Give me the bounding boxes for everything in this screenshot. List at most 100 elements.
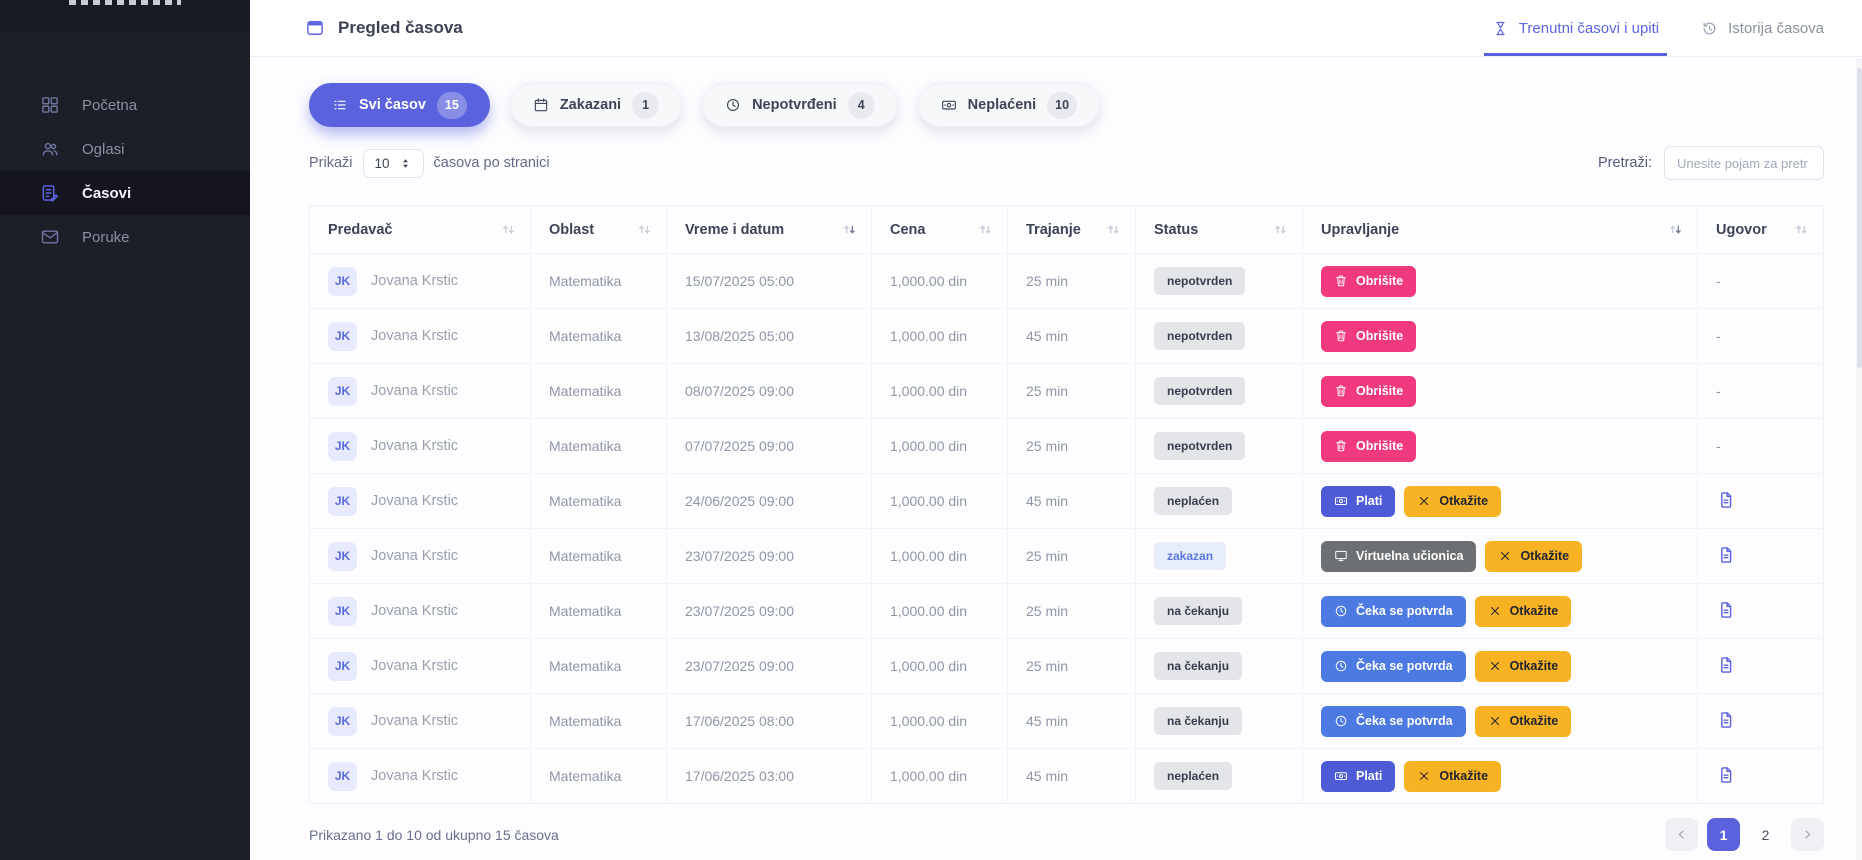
- obri-ite-button[interactable]: Obrišite: [1321, 375, 1417, 407]
- subject-cell: Matematika: [530, 528, 667, 584]
- trash-icon: [1334, 384, 1348, 398]
- sidebar-item-poruke[interactable]: Poruke: [0, 215, 250, 259]
- status-cell: na čekanju: [1135, 693, 1303, 749]
- sidebar-item-asovi[interactable]: Časovi: [0, 171, 250, 215]
- contract-document-icon[interactable]: [1716, 765, 1736, 785]
- price-cell: 1,000.00 din: [871, 308, 1008, 364]
- teacher-cell: JK Jovana Krstic: [309, 583, 531, 639]
- contract-cell: -: [1697, 363, 1824, 419]
- scrollbar-track[interactable]: [1856, 58, 1862, 860]
- column-header-ugovor[interactable]: Ugovor: [1698, 206, 1824, 254]
- table-row: JK Jovana Krstic Matematika 23/07/2025 09:0…: [309, 528, 1824, 584]
- button-label: Otkažite: [1509, 714, 1559, 728]
- column-header-vreme-i-datum[interactable]: Vreme i datum: [666, 205, 872, 254]
- sidebar-item-po-etna[interactable]: Početna: [0, 83, 250, 127]
- eka-se-potvrda-button[interactable]: Čeka se potvrda: [1321, 650, 1466, 682]
- contract-document-icon[interactable]: [1716, 490, 1736, 510]
- search-input[interactable]: [1664, 146, 1824, 180]
- button-label: Otkažite: [1509, 659, 1559, 673]
- tab-trenutni-asovi-i-upiti[interactable]: Trenutni časovi i upiti: [1483, 0, 1668, 56]
- filter-svi-asov[interactable]: Svi časov 15: [309, 83, 490, 127]
- otka-ite-button[interactable]: Otkažite: [1474, 595, 1572, 627]
- filter-label: Neplaćeni: [967, 97, 1037, 113]
- table-row: JK Jovana Krstic Matematika 24/06/2025 09:0…: [309, 473, 1824, 529]
- column-header-predava[interactable]: Predavač: [309, 205, 531, 254]
- filter-label: Nepotvrđeni: [752, 97, 837, 113]
- pagination-next-button[interactable]: [1791, 818, 1824, 851]
- virtuelna-u-ionica-button[interactable]: Virtuelna učionica: [1321, 540, 1477, 572]
- page-size-value: 10: [374, 155, 390, 171]
- column-header-upravljanje[interactable]: Upravljanje: [1302, 205, 1698, 254]
- table-row: JK Jovana Krstic Matematika 07/07/2025 09:0…: [309, 418, 1824, 474]
- plati-button[interactable]: Plati: [1321, 485, 1396, 517]
- contract-document-icon[interactable]: [1716, 545, 1736, 565]
- price-cell: 1,000.00 din: [871, 418, 1008, 474]
- pagination-page-2[interactable]: 2: [1749, 818, 1782, 851]
- column-label: Oblast: [549, 221, 595, 238]
- filter-zakazani[interactable]: Zakazani 1: [509, 83, 683, 127]
- actions-cell: Čeka se potvrda Otkažite: [1302, 583, 1698, 639]
- contract-document-icon[interactable]: [1716, 655, 1736, 675]
- column-header-status[interactable]: Status: [1135, 205, 1303, 254]
- sidebar-item-oglasi[interactable]: Oglasi: [0, 127, 250, 171]
- otka-ite-button[interactable]: Otkažite: [1474, 705, 1572, 737]
- filter-nepla-eni[interactable]: Neplaćeni 10: [917, 83, 1101, 127]
- button-label: Otkažite: [1509, 604, 1559, 618]
- eka-se-potvrda-button[interactable]: Čeka se potvrda: [1321, 705, 1466, 737]
- column-label: Cena: [890, 221, 926, 238]
- obri-ite-button[interactable]: Obrišite: [1321, 320, 1417, 352]
- filter-nepotvr-eni[interactable]: Nepotvrđeni 4: [702, 83, 898, 127]
- pagination-prev-button[interactable]: [1665, 818, 1698, 851]
- column-header-oblast[interactable]: Oblast: [530, 205, 667, 254]
- contract-document-icon[interactable]: [1716, 710, 1736, 730]
- sidebar-item-label: Oglasi: [82, 140, 125, 158]
- plati-button[interactable]: Plati: [1321, 760, 1396, 792]
- avatar: JK: [328, 541, 357, 571]
- tab-istorija-asova[interactable]: Istorija časova: [1701, 0, 1824, 56]
- obri-ite-button[interactable]: Obrišite: [1321, 430, 1417, 462]
- duration-cell: 25 min: [1007, 253, 1136, 309]
- otka-ite-button[interactable]: Otkažite: [1485, 540, 1583, 572]
- actions-cell: Plati Otkažite: [1302, 748, 1698, 804]
- obri-ite-button[interactable]: Obrišite: [1321, 265, 1417, 297]
- column-header-cena[interactable]: Cena: [871, 205, 1008, 254]
- actions-cell: Plati Otkažite: [1302, 473, 1698, 529]
- teacher-cell: JK Jovana Krstic: [309, 253, 531, 309]
- results-summary: Prikazano 1 do 10 od ukupno 15 časova: [309, 826, 559, 843]
- x-icon: [1417, 769, 1431, 783]
- otka-ite-button[interactable]: Otkažite: [1474, 650, 1572, 682]
- status-cell: na čekanju: [1135, 638, 1303, 694]
- search-control: Pretraži:: [1598, 146, 1824, 180]
- contract-empty: -: [1716, 383, 1721, 399]
- sidebar-item-label: Početna: [82, 96, 138, 114]
- subject-cell: Matematika: [530, 418, 667, 474]
- eka-se-potvrda-button[interactable]: Čeka se potvrda: [1321, 595, 1466, 627]
- contract-cell: [1697, 583, 1824, 639]
- logo-area: [0, 0, 250, 33]
- logo-clipped-text: [69, 0, 181, 5]
- scrollbar-thumb[interactable]: [1857, 68, 1862, 368]
- duration-cell: 25 min: [1007, 363, 1136, 419]
- contract-cell: [1697, 528, 1824, 584]
- cash-icon: [1334, 769, 1348, 783]
- otka-ite-button[interactable]: Otkažite: [1404, 485, 1502, 517]
- table-row: JK Jovana Krstic Matematika 17/06/2025 08:0…: [309, 693, 1824, 749]
- pagination-page-1[interactable]: 1: [1707, 818, 1740, 851]
- button-label: Obrišite: [1356, 384, 1404, 398]
- avatar: JK: [328, 761, 357, 791]
- button-label: Čeka se potvrda: [1356, 714, 1453, 728]
- otka-ite-button[interactable]: Otkažite: [1404, 760, 1502, 792]
- column-label: Upravljanje: [1321, 221, 1400, 238]
- status-cell: nepotvrden: [1135, 253, 1303, 309]
- column-header-trajanje[interactable]: Trajanje: [1007, 205, 1136, 254]
- lessons-table: Predavač Oblast Vreme i datum Cena Trajanje S…: [309, 205, 1824, 804]
- avatar: JK: [328, 431, 357, 461]
- contract-document-icon[interactable]: [1716, 600, 1736, 620]
- page-size-select[interactable]: 10: [362, 148, 424, 178]
- table-row: JK Jovana Krstic Matematika 13/08/2025 05:0…: [309, 308, 1824, 364]
- teacher-cell: JK Jovana Krstic: [309, 308, 531, 364]
- contract-cell: [1697, 473, 1824, 529]
- price-cell: 1,000.00 din: [871, 363, 1008, 419]
- status-cell: na čekanju: [1135, 583, 1303, 639]
- column-label: Ugovor: [1716, 221, 1767, 238]
